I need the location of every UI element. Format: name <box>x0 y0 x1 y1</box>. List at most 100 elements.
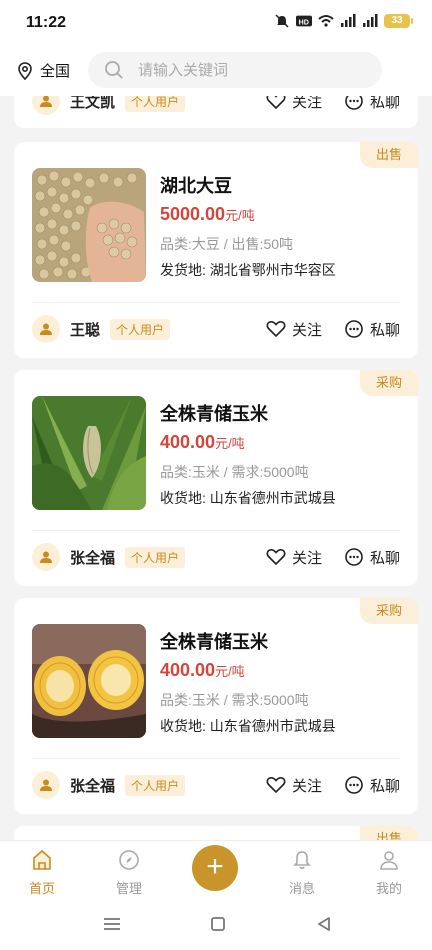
chat-icon <box>345 96 363 110</box>
heart-plus-icon <box>266 549 286 566</box>
location-pin-icon <box>18 61 32 80</box>
chat-button[interactable]: 私聊 <box>344 96 400 112</box>
system-nav-bar <box>0 900 432 950</box>
listing-title: 全株青储玉米 <box>160 632 268 652</box>
chat-button[interactable]: 私聊 <box>344 319 400 340</box>
product-image-soybeans[interactable] <box>32 168 146 282</box>
product-image-corn-cob[interactable] <box>32 624 146 738</box>
user-name[interactable]: 张全福 <box>70 775 115 796</box>
card-actions: 关注 私聊 <box>266 775 400 796</box>
search-bar[interactable] <box>88 52 382 88</box>
chat-icon <box>345 776 363 794</box>
divider <box>32 302 400 303</box>
bell-icon <box>293 851 311 869</box>
hd-icon: HD <box>296 15 312 27</box>
mute-icon <box>275 14 289 28</box>
search-input[interactable] <box>136 60 360 80</box>
user-type-badge: 个人用户 <box>125 546 186 568</box>
add-button[interactable]: + <box>192 845 238 891</box>
chat-button[interactable]: 私聊 <box>344 775 400 796</box>
listing-price: 5000.00元/吨 <box>160 204 255 225</box>
nav-messages[interactable]: 消息 <box>270 849 334 897</box>
follow-button[interactable]: 关注 <box>266 547 322 568</box>
battery-indicator: 33 <box>384 14 413 28</box>
product-image-corn-field[interactable] <box>32 396 146 510</box>
follow-label: 关注 <box>291 777 322 795</box>
user-type-badge: 个人用户 <box>125 774 186 796</box>
user-name[interactable]: 张全福 <box>70 547 115 568</box>
signal-icon-1 <box>341 14 356 27</box>
user-icon <box>40 96 52 107</box>
nav-manage-label: 管理 <box>115 881 142 896</box>
user-type-badge: 个人用户 <box>125 96 186 112</box>
listing-card[interactable]: 出售 湖北大豆 5000.00元/吨 品类:大豆 / 出售:50吨 发货地: 湖… <box>14 142 418 358</box>
back-triangle-icon[interactable] <box>316 916 332 932</box>
svg-text:HD: HD <box>299 19 309 27</box>
card-actions: 关注 私聊 <box>266 96 400 112</box>
home-square-icon[interactable] <box>210 916 226 932</box>
avatar[interactable] <box>32 771 60 799</box>
listing-type-tag: 出售 <box>360 142 418 168</box>
bottom-nav: 首页 管理 + 消息 我的 <box>0 840 432 901</box>
nav-messages-label: 消息 <box>288 881 315 896</box>
location-selector[interactable]: 全国 <box>16 60 70 81</box>
listing-title: 全株青储玉米 <box>160 404 268 424</box>
feed-list[interactable]: 王文凯 个人用户 关注 私聊 出售 湖北大豆 5000.00元/吨 品类:大豆 … <box>0 96 432 840</box>
follow-button[interactable]: 关注 <box>266 96 322 112</box>
search-header: 全国 <box>0 46 432 96</box>
chat-label: 私聊 <box>369 549 400 567</box>
price-value: 400.00 <box>160 660 216 680</box>
signal-icon-2 <box>363 14 378 27</box>
user-icon <box>40 551 52 563</box>
chat-label: 私聊 <box>369 777 400 795</box>
nav-mine[interactable]: 我的 <box>357 849 421 897</box>
follow-label: 关注 <box>291 96 322 111</box>
follow-button[interactable]: 关注 <box>266 775 322 796</box>
user-name[interactable]: 王聪 <box>70 319 100 340</box>
nav-home-label: 首页 <box>28 881 55 896</box>
card-actions: 关注 私聊 <box>266 319 400 340</box>
nav-manage[interactable]: 管理 <box>97 849 161 897</box>
chat-label: 私聊 <box>369 96 400 111</box>
listing-title: 湖北大豆 <box>160 176 232 196</box>
wifi-icon <box>318 15 334 27</box>
divider <box>32 758 400 759</box>
user-icon <box>40 323 52 335</box>
listing-type-tag: 采购 <box>360 598 418 624</box>
menu-icon[interactable] <box>102 916 122 932</box>
price-unit: 元/吨 <box>215 436 245 451</box>
heart-plus-icon <box>266 321 286 338</box>
chat-label: 私聊 <box>369 321 400 339</box>
listing-price: 400.00元/吨 <box>160 660 245 681</box>
status-icons: HD 33 <box>274 14 413 28</box>
nav-home[interactable]: 首页 <box>10 849 74 897</box>
follow-label: 关注 <box>291 549 322 567</box>
listing-category: 品类:大豆 / 出售:50吨 <box>160 236 294 252</box>
listing-address: 发货地: 湖北省鄂州市华容区 <box>160 262 336 278</box>
chat-icon <box>345 548 363 566</box>
listing-card-partial-top[interactable]: 王文凯 个人用户 关注 私聊 <box>14 96 418 128</box>
card-actions: 关注 私聊 <box>266 547 400 568</box>
listing-type-tag: 采购 <box>360 370 418 396</box>
card-user-row: 张全福 个人用户 关注 私聊 <box>32 766 418 804</box>
card-user-row: 张全福 个人用户 关注 私聊 <box>32 538 418 576</box>
price-unit: 元/吨 <box>225 208 255 223</box>
listing-price: 400.00元/吨 <box>160 432 245 453</box>
user-name[interactable]: 王文凯 <box>70 96 115 112</box>
avatar[interactable] <box>32 96 60 115</box>
home-icon <box>33 849 51 870</box>
listing-card-partial-bottom[interactable]: 出售 <box>14 826 418 840</box>
location-label: 全国 <box>40 63 71 80</box>
listing-category: 品类:玉米 / 需求:5000吨 <box>160 692 309 708</box>
follow-button[interactable]: 关注 <box>266 319 322 340</box>
listing-type-tag: 出售 <box>360 826 418 840</box>
card-user-row: 王聪 个人用户 关注 私聊 <box>32 310 418 348</box>
status-time: 11:22 <box>26 14 67 31</box>
chat-button[interactable]: 私聊 <box>344 547 400 568</box>
status-bar: 11:22 HD 33 <box>0 0 432 46</box>
avatar[interactable] <box>32 315 60 343</box>
listing-card[interactable]: 采购 全株青储玉米 400.00元/吨 品类:玉米 / 需求:5000吨 收货地… <box>14 370 418 586</box>
avatar[interactable] <box>32 543 60 571</box>
card-user-row: 王文凯 个人用户 关注 私聊 <box>32 96 418 120</box>
listing-card[interactable]: 采购 全株青储玉米 400.00元/吨 品类:玉米 / 需求:5000吨 收货地… <box>14 598 418 814</box>
